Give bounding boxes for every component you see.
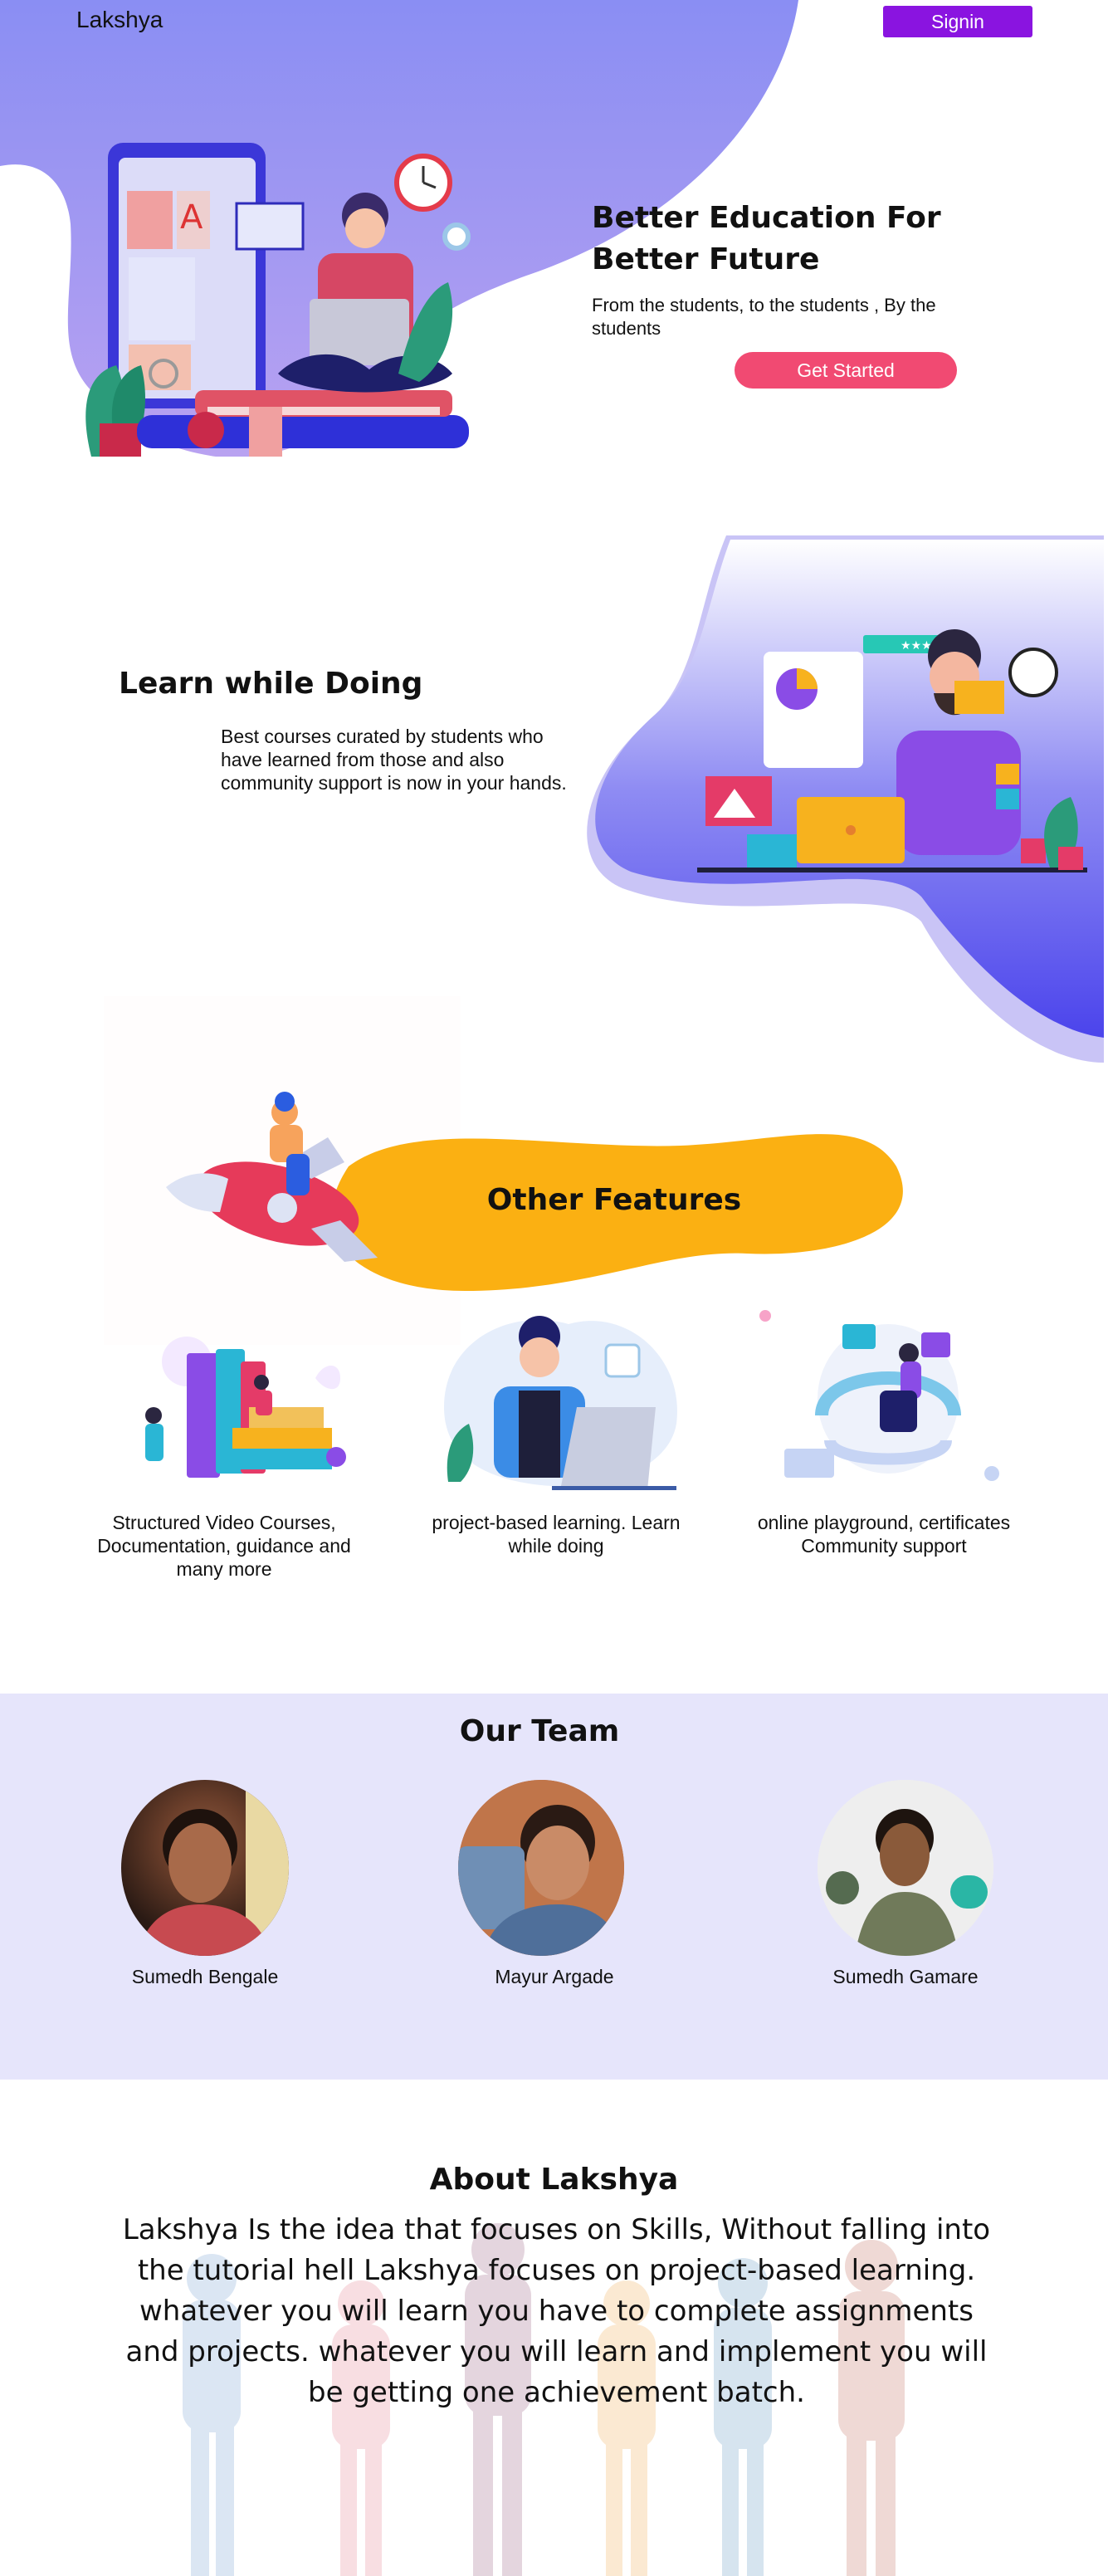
person-photo-2 [458, 1780, 624, 1956]
person-photo-1 [138, 1780, 289, 1956]
avatar-sumedh-gamare [818, 1780, 993, 1956]
about-body: Lakshya Is the idea that focuses on Skil… [122, 2213, 991, 2409]
learn-body: Best courses curated by students who hav… [221, 726, 567, 794]
avatar-sumedh-bengale [121, 1780, 289, 1956]
team-member-name-3: Sumedh Gamare [832, 1966, 979, 1987]
hero-subtitle: From the students, to the students , By … [592, 295, 936, 339]
svg-text:★★★: ★★★ [901, 639, 932, 653]
brand-logo[interactable]: Lakshya [76, 7, 163, 33]
features-title: Other Features [486, 1183, 742, 1217]
feature-caption-2: project-based learning. Learn while doin… [432, 1512, 681, 1557]
hero-title: Better Education For Better Future [592, 201, 941, 276]
developer-laptop-icon [444, 1316, 677, 1490]
feature-caption-1: Structured Video Courses, Documentation,… [97, 1512, 351, 1580]
signin-button[interactable]: Signin [883, 6, 1032, 37]
student-laptop-illustration: A [85, 143, 471, 457]
team-title: Our Team [459, 1714, 620, 1748]
svg-text:A: A [180, 198, 203, 237]
avatar-mayur-argade [458, 1780, 624, 1956]
books-stack-icon [145, 1337, 346, 1478]
learn-title: Learn while Doing [119, 667, 423, 701]
team-member-name-2: Mayur Argade [495, 1966, 614, 1987]
about-title: About Lakshya [429, 2163, 679, 2197]
team-member-name-1: Sumedh Bengale [131, 1966, 279, 1987]
person-photo-3 [818, 1780, 993, 1956]
vr-playground-icon [759, 1310, 999, 1481]
teacher-desk-illustration: ★★★ [697, 629, 1087, 873]
rocket-icon [166, 1092, 378, 1262]
feature-caption-3: online playground, certificates Communit… [757, 1512, 1011, 1557]
get-started-button[interactable]: Get Started [735, 352, 957, 389]
